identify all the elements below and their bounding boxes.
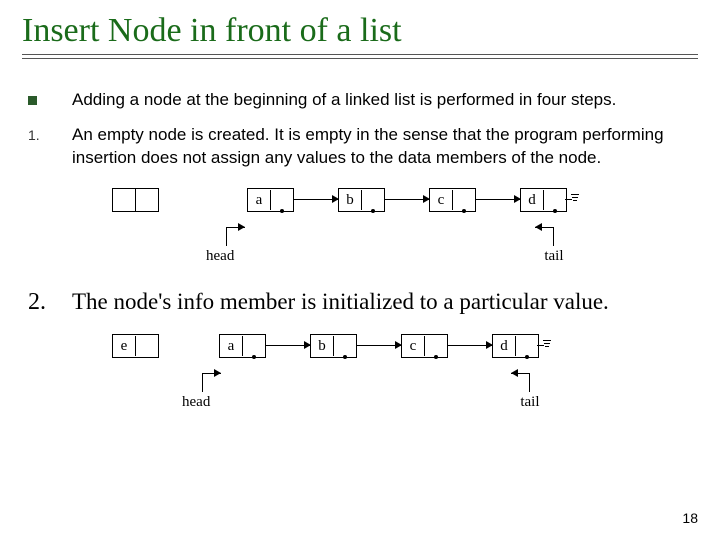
square-bullet-icon — [28, 96, 37, 105]
arrow-icon — [266, 334, 310, 356]
list-node: d — [520, 188, 567, 212]
step1-marker: 1. — [28, 127, 40, 143]
step2-text: The node's info member is initialized to… — [72, 289, 698, 316]
new-node: e — [112, 334, 159, 358]
arrow-icon — [385, 188, 429, 210]
diagram-2: e a b c d head tail — [112, 334, 698, 411]
list-node: a — [219, 334, 266, 358]
empty-node — [112, 188, 159, 212]
list-node: b — [338, 188, 385, 212]
numbered-item-1: 1. An empty node is created. It is empty… — [22, 124, 698, 170]
diagram-1: a b c d head tail — [112, 188, 698, 265]
head-pointer-icon — [184, 370, 220, 398]
step1-text: An empty node is created. It is empty in… — [72, 124, 698, 170]
bullet-text-1: Adding a node at the beginning of a link… — [72, 89, 698, 112]
arrow-icon — [357, 334, 401, 356]
title-underline — [22, 54, 698, 59]
slide-title: Insert Node in front of a list — [22, 12, 698, 50]
step2-marker: 2. — [28, 289, 46, 315]
numbered-item-2: 2. The node's info member is initialized… — [22, 289, 698, 316]
head-pointer-icon — [208, 224, 244, 252]
list-node: d — [492, 334, 539, 358]
bullet-item: Adding a node at the beginning of a link… — [22, 89, 698, 112]
ground-icon — [565, 188, 579, 210]
list-node: b — [310, 334, 357, 358]
tail-pointer-icon — [512, 370, 548, 398]
ground-icon — [537, 334, 551, 356]
arrow-icon — [294, 188, 338, 210]
list-node: c — [429, 188, 476, 212]
tail-pointer-icon — [536, 224, 572, 252]
list-node: a — [247, 188, 294, 212]
list-node: c — [401, 334, 448, 358]
page-number: 18 — [682, 510, 698, 526]
arrow-icon — [448, 334, 492, 356]
arrow-icon — [476, 188, 520, 210]
